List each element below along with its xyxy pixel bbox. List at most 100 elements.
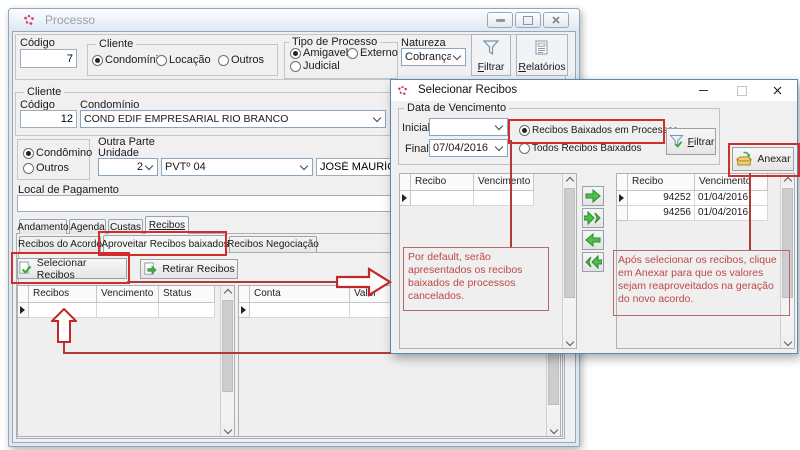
scroll-down-button[interactable] bbox=[781, 335, 794, 348]
subtab-recibos-acordo[interactable]: Recibos do Acordo bbox=[19, 236, 101, 252]
row-pointer-icon bbox=[20, 306, 25, 314]
scroll-down-button[interactable] bbox=[221, 423, 234, 436]
dialog-maximize-button[interactable] bbox=[733, 83, 750, 98]
dialog-title: Selecionar Recibos bbox=[418, 84, 517, 96]
tab-recibos-label: Recibos bbox=[149, 220, 185, 231]
move-all-right-button[interactable] bbox=[582, 208, 604, 228]
unidade-select[interactable]: 2 bbox=[98, 158, 158, 176]
radio-parte-outros-label: Outros bbox=[36, 162, 69, 174]
processo-titlebar[interactable]: Processo bbox=[9, 9, 579, 31]
radio-locacao-label: Locação bbox=[169, 54, 211, 66]
grid-corner bbox=[239, 286, 250, 303]
radio-judicial-label: Judicial bbox=[303, 60, 340, 72]
col-header-recibos[interactable]: Recibos bbox=[29, 286, 97, 303]
grid-corner bbox=[400, 174, 411, 191]
col-header-vencimento[interactable]: Vencimento bbox=[97, 286, 159, 303]
final-label: Final bbox=[405, 143, 429, 155]
recibos-grid-scrollbar[interactable] bbox=[220, 286, 234, 436]
row-selector-cell bbox=[617, 206, 628, 221]
parte-radio-group: Condômino Outros bbox=[17, 139, 90, 180]
subtab-aproveitar-recibos-label: Aproveitar Recibos baixados bbox=[101, 239, 228, 250]
tipo-processo-group: Tipo de Processo Amigavel Externo Judici… bbox=[284, 42, 398, 79]
codigo-input[interactable] bbox=[20, 49, 77, 68]
red-arrow-up bbox=[51, 308, 77, 343]
move-right-button[interactable] bbox=[582, 186, 604, 206]
scroll-up-button[interactable] bbox=[781, 174, 794, 187]
relatorios-button[interactable]: Relatórios bbox=[516, 34, 568, 76]
radio-condominio[interactable] bbox=[92, 55, 103, 66]
col-header-vencimento[interactable]: Vencimento bbox=[695, 174, 768, 191]
radio-todos-recibos-baixados[interactable] bbox=[519, 143, 530, 154]
retirar-recibos-label: Retirar Recibos bbox=[162, 263, 234, 275]
selecionar-recibos-button[interactable]: Selecionar Recibos bbox=[17, 258, 127, 279]
radio-externo[interactable] bbox=[347, 48, 358, 59]
filtrar-button[interactable]: Filtrar bbox=[471, 34, 511, 76]
arrow-left-icon bbox=[585, 233, 601, 247]
inicial-date-select[interactable] bbox=[429, 118, 508, 136]
cliente-codigo-input[interactable] bbox=[20, 110, 77, 128]
anexar-button[interactable]: Anexar bbox=[732, 147, 794, 171]
move-left-button[interactable] bbox=[582, 230, 604, 250]
dialog-titlebar[interactable]: Selecionar Recibos bbox=[391, 80, 797, 101]
scroll-down-icon bbox=[549, 425, 557, 433]
tab-andamento[interactable]: Andamento bbox=[19, 219, 67, 234]
retirar-recibos-button[interactable]: Retirar Recibos bbox=[140, 259, 238, 279]
vencimento-cell[interactable]: 01/04/2016 bbox=[695, 191, 768, 206]
vencimento-cell[interactable]: 01/04/2016 bbox=[695, 206, 768, 221]
scroll-thumb[interactable] bbox=[222, 300, 233, 392]
col-header-recibo[interactable]: Recibo bbox=[411, 174, 474, 191]
tab-agenda[interactable]: Agenda bbox=[69, 219, 106, 234]
col-header-status[interactable]: Status bbox=[159, 286, 215, 303]
scroll-up-button[interactable] bbox=[221, 286, 234, 299]
natureza-value: Cobrança bbox=[405, 51, 451, 63]
dialog-filtrar-button[interactable]: Filtrar bbox=[666, 128, 716, 155]
data-vencimento-group: Data de Vencimento Inicial Final 07/04/2… bbox=[398, 108, 720, 165]
radio-recibos-baixados-processos[interactable] bbox=[519, 125, 530, 136]
condominio-select[interactable]: COND EDIF EMPRESARIAL RIO BRANCO bbox=[80, 110, 386, 128]
tab-custas[interactable]: Custas bbox=[108, 219, 143, 234]
close-icon bbox=[552, 16, 560, 24]
filter-funnel-icon bbox=[481, 38, 501, 58]
radio-amigavel[interactable] bbox=[290, 48, 301, 59]
selecionar-recibos-label: Selecionar Recibos bbox=[37, 257, 126, 281]
row-selector-cell bbox=[18, 303, 29, 318]
unidade-desc-select[interactable]: PVTº 04 bbox=[161, 158, 313, 176]
scroll-down-button[interactable] bbox=[547, 423, 560, 436]
radio-condomino[interactable] bbox=[23, 148, 34, 159]
subtab-recibos-negociacao[interactable]: Recibos Negociação bbox=[229, 236, 317, 252]
col-header-recibo[interactable]: Recibo bbox=[628, 174, 695, 191]
dialog-filtrar-label: Filtrar bbox=[688, 136, 715, 148]
close-button[interactable] bbox=[543, 12, 569, 28]
recibo-cell[interactable]: 94256 bbox=[628, 206, 695, 221]
final-date-select[interactable]: 07/04/2016 bbox=[429, 139, 508, 157]
subtab-recibos-negociacao-label: Recibos Negociação bbox=[227, 239, 319, 250]
scroll-up-button[interactable] bbox=[563, 174, 576, 187]
radio-todos-recibos-baixados-label: Todos Recibos Baixados bbox=[532, 143, 642, 154]
col-header-vencimento[interactable]: Vencimento bbox=[474, 174, 534, 191]
recibo-cell[interactable]: 94252 bbox=[628, 191, 695, 206]
table-cell bbox=[159, 303, 215, 318]
annotation-note-right: Após selecionar os recibos, clique em An… bbox=[613, 250, 790, 316]
radio-outros[interactable] bbox=[218, 55, 229, 66]
dialog-close-button[interactable] bbox=[769, 83, 786, 98]
radio-judicial[interactable] bbox=[290, 61, 301, 72]
chevron-down-icon bbox=[145, 162, 153, 170]
natureza-select[interactable]: Cobrança bbox=[401, 48, 466, 66]
data-vencimento-label: Data de Vencimento bbox=[404, 102, 509, 114]
col-header-conta[interactable]: Conta bbox=[250, 286, 350, 303]
subtab-aproveitar-recibos[interactable]: Aproveitar Recibos baixados bbox=[103, 235, 227, 253]
radio-parte-outros[interactable] bbox=[23, 163, 34, 174]
double-arrow-left-icon bbox=[584, 255, 602, 269]
radio-locacao[interactable] bbox=[156, 55, 167, 66]
tab-recibos[interactable]: Recibos bbox=[145, 216, 189, 234]
chevron-down-icon bbox=[453, 52, 461, 60]
scroll-thumb[interactable] bbox=[564, 188, 575, 298]
sheet-check-icon bbox=[18, 261, 33, 276]
maximize-button[interactable] bbox=[515, 12, 541, 28]
scroll-down-button[interactable] bbox=[563, 335, 576, 348]
available-grid-scrollbar[interactable] bbox=[562, 174, 576, 348]
move-all-left-button[interactable] bbox=[582, 252, 604, 272]
unidade-value: 2 bbox=[102, 161, 143, 173]
dialog-minimize-button[interactable] bbox=[695, 83, 712, 98]
minimize-button[interactable] bbox=[487, 12, 513, 28]
